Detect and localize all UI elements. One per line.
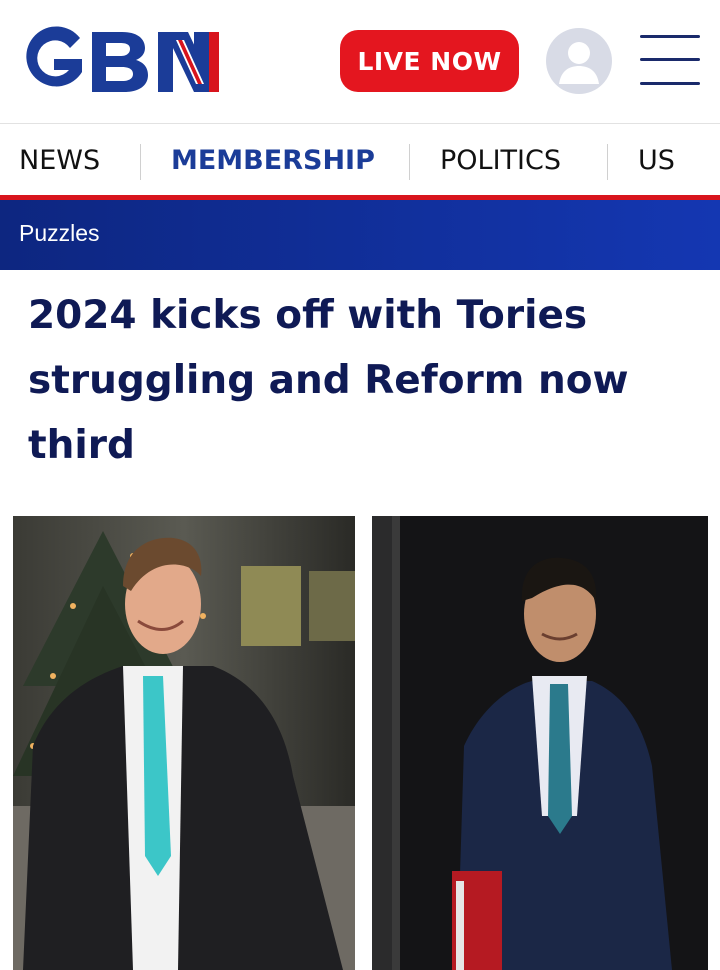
nav-item-politics[interactable]: POLITICS <box>440 145 561 176</box>
nav-divider <box>409 144 410 180</box>
nav-item-membership[interactable]: MEMBERSHIP <box>171 145 375 176</box>
nav-divider <box>140 144 141 180</box>
site-header: LIVE NOW <box>0 0 720 124</box>
main-nav: NEWS MEMBERSHIP POLITICS US <box>0 125 720 195</box>
photo-man-in-suit <box>372 516 708 970</box>
menu-line <box>640 58 700 61</box>
user-silhouette-icon <box>559 42 599 84</box>
live-now-button[interactable]: LIVE NOW <box>340 30 519 92</box>
article-photo-right <box>372 516 708 970</box>
section-bar: Puzzles <box>0 200 720 270</box>
menu-line <box>640 35 700 38</box>
article-photo-left <box>13 516 355 970</box>
nav-item-news[interactable]: NEWS <box>19 145 100 176</box>
gbn-logo[interactable] <box>18 26 222 96</box>
photo-man-in-coat <box>13 516 355 970</box>
gbn-logo-graphic <box>26 26 219 92</box>
nav-divider <box>607 144 608 180</box>
section-label[interactable]: Puzzles <box>19 220 100 247</box>
hamburger-menu-icon[interactable] <box>640 33 700 87</box>
article-headline: 2024 kicks off with Tories struggling an… <box>28 293 629 468</box>
menu-line <box>640 82 700 85</box>
user-avatar-icon[interactable] <box>546 28 612 94</box>
nav-item-us[interactable]: US <box>638 145 675 176</box>
